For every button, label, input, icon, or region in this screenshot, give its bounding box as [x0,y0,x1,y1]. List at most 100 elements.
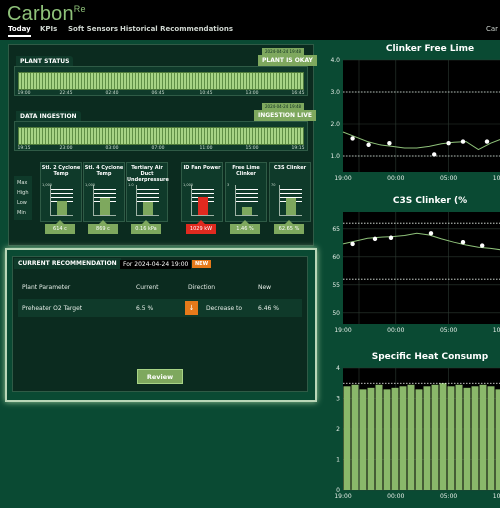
data-point [388,235,394,240]
kpi-threshold-line [192,189,214,190]
bar [351,384,359,490]
kpi-gauge-frame [50,185,73,216]
y-tick-label: 4 [336,365,340,372]
kpi-level-legend: Max High Low Min [14,176,32,220]
bar [439,383,447,490]
row-current: 6.5 % [136,305,154,312]
kpi-card[interactable]: C3S Clinker 70 [269,162,311,222]
y-tick-label: 1 [336,457,340,464]
data-point [432,152,437,157]
kpi-threshold-line [192,193,214,194]
data-point [350,136,355,141]
x-tick-label: 19:00 [334,493,351,500]
plot-area [343,60,500,172]
bar [431,384,439,490]
kpi-gauge-fill [100,198,110,215]
user-menu-partial[interactable]: Car [486,25,498,33]
plant-status-badge: PLANT IS OKAY [258,55,317,66]
decrease-arrow-icon: ↓ [185,301,198,315]
free-lime-chart[interactable]: 1.0 2.0 3.0 4.0 19:00 00:00 05:00 10:00 [320,56,500,190]
kpi-card[interactable]: Stl. 4 Cyclone Temp 1,000 [83,162,125,222]
c3s-clinker-chart[interactable]: 50 55 60 65 19:00 00:00 05:00 10:00 [320,208,500,342]
y-tick-label: 3.0 [330,89,340,96]
kpi-title: Stl. 4 Cyclone Temp [84,165,124,177]
specific-heat-chart[interactable]: 0123419:0000:0005:0010:00 [320,364,500,508]
kpi-value: 0.16 kPa [131,220,161,234]
tab-kpis[interactable]: KPIs [40,25,57,33]
kpi-threshold-line [236,197,258,198]
x-tick-label: 05:00 [440,493,457,500]
kpi-title: C3S Clinker [273,165,307,171]
y-tick-label: 65 [332,226,340,233]
kpi-threshold-line [51,197,73,198]
y-tick-label: 55 [332,282,340,289]
x-tick-label: 00:00 [387,327,404,334]
chart-title-free-lime: Clinker Free Lime [385,44,475,54]
bar [415,389,423,490]
kpi-title: Stl. 2 Cyclone Temp [41,165,81,177]
kpi-threshold-line [94,193,116,194]
y-tick-label: 50 [332,310,340,317]
data-point [484,139,490,144]
kpi-card[interactable]: Free Lime Clinker 3 [225,162,267,222]
data-point [350,241,355,247]
kpi-value: 62.65 % [274,220,304,234]
header-direction: Direction [188,284,216,291]
kpi-card[interactable]: Stl. 2 Cyclone Temp 1,000 [40,162,82,222]
y-tick-label: 4.0 [330,57,340,64]
kpi-gauge-fill [242,207,252,215]
kpi-threshold-line [51,193,73,194]
kpi-gauge-frame [279,185,302,216]
tab-soft-sensors[interactable]: Soft Sensors [68,25,118,33]
plant-status-timeline[interactable] [18,72,304,90]
kpi-card[interactable]: Tertiary Air Duct Underpressure 1.0 [126,162,169,222]
data-point [446,141,451,146]
bar [399,386,407,490]
y-tick-label: 1.0 [330,153,340,160]
bar [487,386,495,490]
kpi-threshold-line [137,197,159,198]
kpi-gauge-frame [93,185,116,216]
tab-today[interactable]: Today [8,25,31,37]
x-tick-label: 19:00 [334,327,351,334]
x-tick-label: 10:00 [493,175,500,182]
plant-status-timestamp: 2024-04-24 19:48 [262,48,305,55]
kpi-gauge-fill [57,201,67,215]
kpi-title: Tertiary Air Duct Underpressure [127,165,169,183]
x-tick-label: 19:00 [334,175,351,182]
kpi-title: ID Fan Power [183,165,221,171]
y-tick-label: 2.0 [330,121,340,128]
data-ingestion-timeline[interactable] [18,127,304,145]
y-tick-label: 60 [332,254,340,261]
data-point [460,240,466,245]
kpi-value: 869 c [88,220,118,234]
bar [455,384,463,490]
header-plant-parameter: Plant Parameter [22,284,71,291]
data-ingestion-time-axis: 19:15 23:00 03:00 07:00 11:00 15:00 19:1… [17,146,305,151]
bar [383,389,391,490]
row-direction: Decrease to [206,305,243,312]
review-button[interactable]: Review [137,369,183,384]
y-tick-label: 2 [336,426,340,433]
kpi-threshold-line [236,201,258,202]
bar [447,386,455,490]
kpi-threshold-line [137,193,159,194]
kpi-threshold-line [94,189,116,190]
kpi-threshold-line [236,189,258,190]
chart-title-c3s: C3S Clinker (% [392,196,468,206]
x-tick-label: 05:00 [440,327,457,334]
nav-tabs: Today KPIs Soft Sensors Historical Recom… [0,22,500,40]
bar [375,384,383,490]
recommendation-date: For 2024-04-24 19:00 [120,260,192,269]
kpi-threshold-line [280,189,302,190]
data-point [480,243,485,248]
bar [495,389,500,490]
tab-historical-recommendations[interactable]: Historical Recommendations [120,25,233,33]
header-current: Current [136,284,159,291]
bar [463,387,471,490]
plant-status-time-axis: 19:00 22:45 02:40 06:45 10:45 13:00 16:4… [17,91,305,96]
x-tick-label: 00:00 [387,175,404,182]
x-tick-label: 10:00 [493,327,500,334]
kpi-card[interactable]: ID Fan Power 1,000 [181,162,223,222]
data-point [372,236,378,242]
